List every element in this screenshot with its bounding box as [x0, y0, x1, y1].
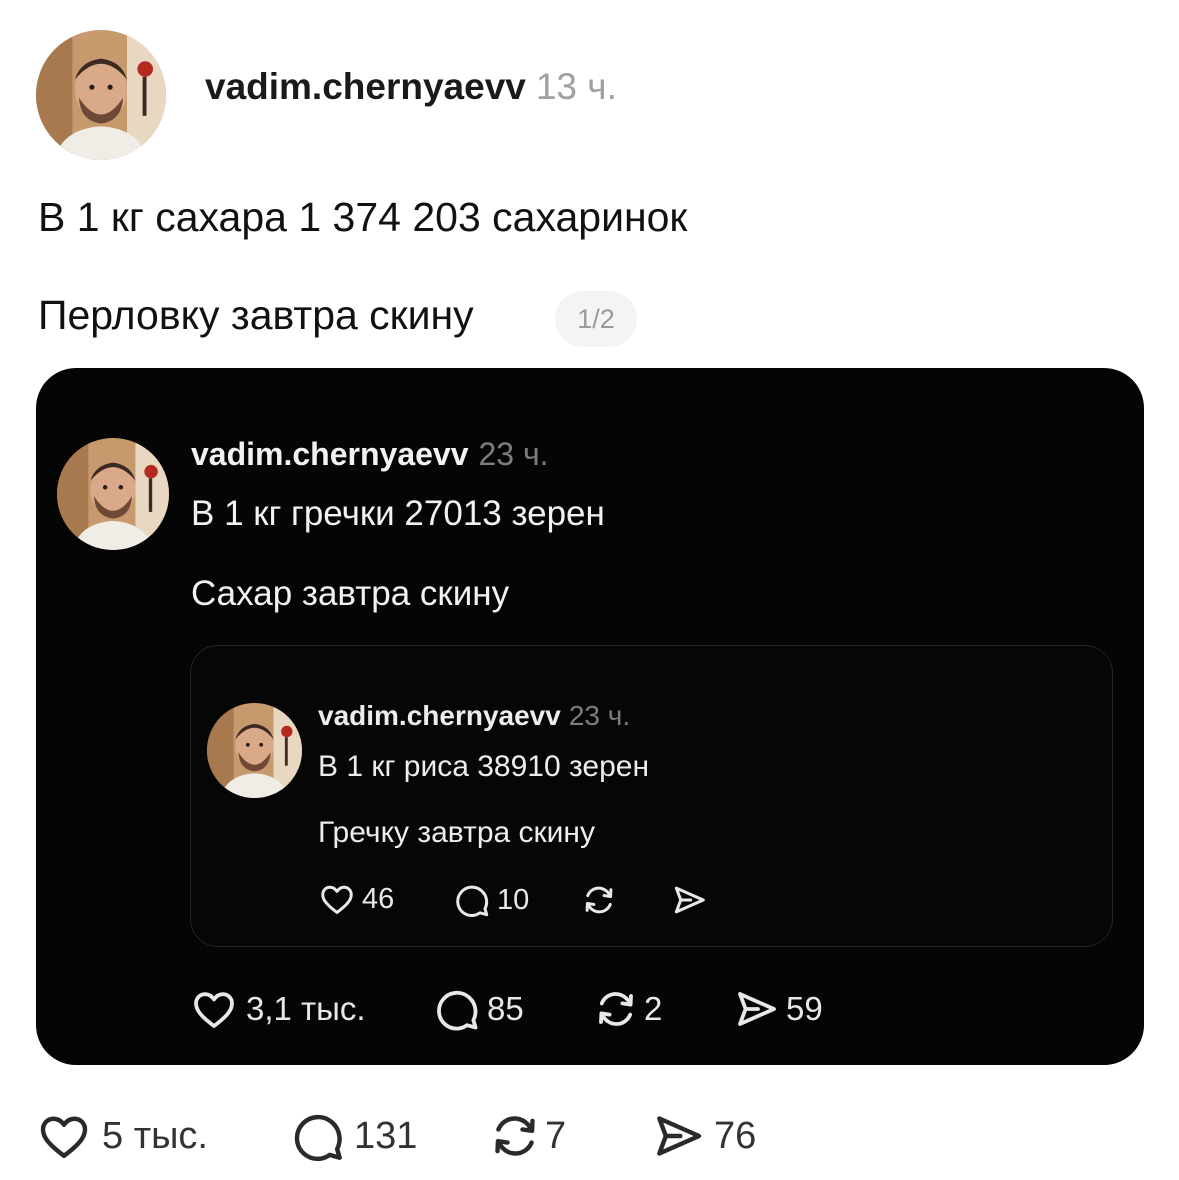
- avatar[interactable]: [207, 703, 302, 798]
- avatar-photo: [36, 30, 166, 160]
- avatar-photo: [57, 438, 169, 550]
- timestamp: 23 ч.: [478, 436, 549, 472]
- post-text-line: Перловку завтра скину: [38, 292, 474, 338]
- repost-count: 2: [644, 990, 663, 1027]
- comment-icon: [453, 881, 491, 919]
- page-indicator-badge[interactable]: 1/2: [555, 291, 637, 347]
- timestamp: 13 ч.: [535, 66, 617, 107]
- avatar-photo: [207, 703, 302, 798]
- repost-count: 7: [545, 1114, 567, 1157]
- share-count: 59: [786, 990, 823, 1027]
- repost-icon: [592, 985, 640, 1033]
- heart-icon: [36, 1108, 92, 1164]
- avatar[interactable]: [57, 438, 169, 550]
- post-header: vadim.chernyaevv 13 ч.: [205, 66, 617, 108]
- comment-button[interactable]: 85: [433, 985, 524, 1033]
- comment-button[interactable]: 131: [290, 1108, 417, 1164]
- avatar[interactable]: [36, 30, 166, 160]
- like-button[interactable]: 46: [318, 880, 394, 918]
- post-text-line: Сахар завтра скину: [191, 574, 510, 613]
- repost-icon: [487, 1108, 543, 1164]
- like-count: 5 тыс.: [102, 1114, 208, 1157]
- repost-button[interactable]: 2: [592, 985, 662, 1033]
- comment-icon: [433, 985, 481, 1033]
- comment-count: 85: [487, 990, 524, 1027]
- like-count: 3,1 тыс.: [246, 990, 366, 1027]
- comment-count: 10: [497, 883, 530, 916]
- share-count: 76: [714, 1114, 757, 1157]
- heart-icon: [190, 985, 238, 1033]
- share-icon: [650, 1108, 706, 1164]
- share-button[interactable]: 76: [650, 1108, 756, 1164]
- repost-icon: [580, 881, 618, 919]
- share-icon: [670, 881, 708, 919]
- share-button[interactable]: 59: [732, 985, 823, 1033]
- like-count: 46: [362, 882, 395, 915]
- timestamp: 23 ч.: [568, 700, 631, 731]
- like-button[interactable]: 3,1 тыс.: [190, 985, 366, 1033]
- like-button[interactable]: 5 тыс.: [36, 1108, 208, 1164]
- repost-button[interactable]: [580, 881, 618, 919]
- comment-count: 131: [354, 1114, 418, 1157]
- share-icon: [732, 985, 780, 1033]
- post-text-line: В 1 кг риса 38910 зерен: [318, 750, 650, 783]
- post-text-line: Гречку завтра скину: [318, 816, 595, 849]
- post-text-line: В 1 кг гречки 27013 зерен: [191, 494, 605, 533]
- username-link[interactable]: vadim.chernyaevv: [191, 436, 469, 472]
- username-link[interactable]: vadim.chernyaevv: [205, 66, 526, 107]
- comment-button[interactable]: 10: [453, 881, 529, 919]
- share-button[interactable]: [670, 881, 708, 919]
- post-text-line: В 1 кг сахара 1 374 203 сахаринок: [38, 194, 688, 240]
- quoted-post-header: vadim.chernyaevv 23 ч.: [191, 436, 549, 473]
- quoted-post-header: vadim.chernyaevv 23 ч.: [318, 700, 630, 732]
- comment-icon: [290, 1108, 346, 1164]
- repost-button[interactable]: 7: [487, 1108, 566, 1164]
- heart-icon: [318, 880, 356, 918]
- username-link[interactable]: vadim.chernyaevv: [318, 700, 561, 731]
